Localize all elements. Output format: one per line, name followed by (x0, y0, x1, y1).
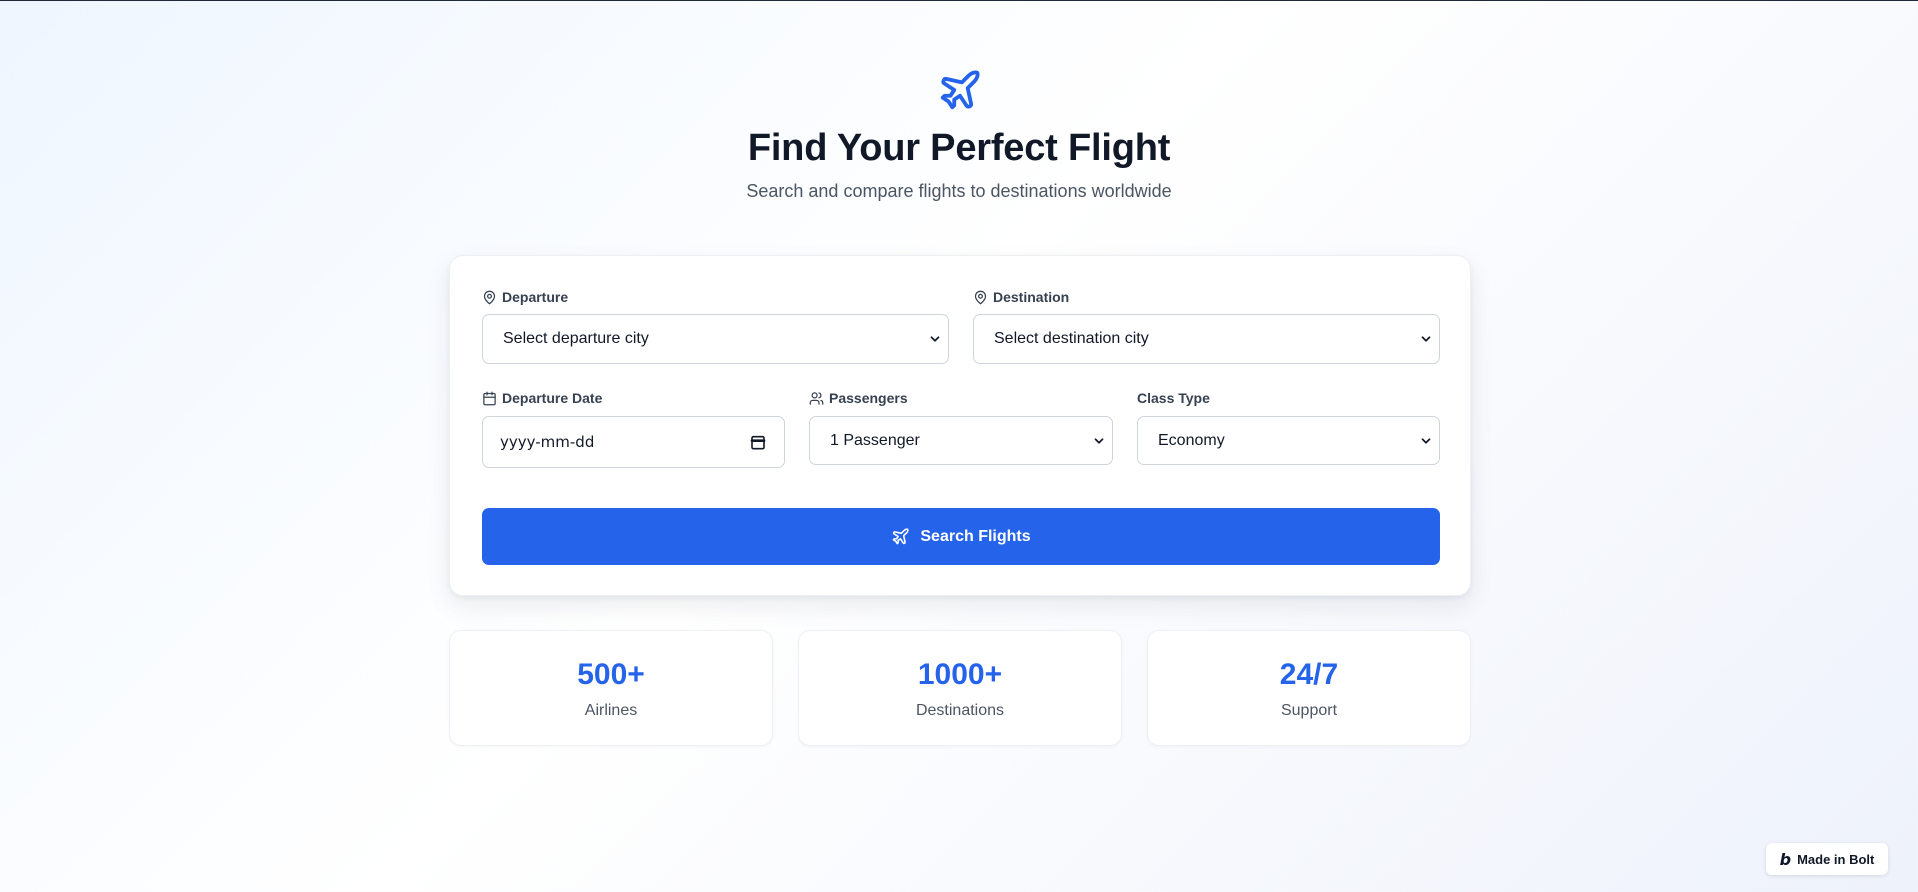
stat-card-support: 24/7 Support (1147, 630, 1471, 746)
destination-select-value: Select destination city (994, 330, 1149, 347)
map-pin-icon (483, 290, 496, 304)
departure-label: Departure (482, 289, 568, 305)
destination-label: Destination (973, 289, 1069, 305)
class-type-label-text: Class Type (1137, 390, 1210, 406)
passengers-select[interactable]: 1 Passenger (809, 416, 1113, 465)
made-in-bolt-badge[interactable]: b Made in Bolt (1766, 843, 1888, 875)
plane-icon (892, 528, 909, 545)
chevron-down-icon (1094, 437, 1104, 444)
users-icon (809, 391, 824, 405)
departure-date-placeholder: yyyy-mm-dd (500, 433, 595, 451)
stat-value: 500+ (577, 658, 645, 691)
departure-date-input[interactable]: yyyy-mm-dd (482, 416, 785, 468)
stat-label: Destinations (915, 702, 1005, 719)
passengers-label-text: Passengers (829, 390, 908, 406)
stat-card-destinations: 1000+ Destinations (798, 630, 1122, 746)
page: Find Your Perfect Flight Search and comp… (0, 1, 1918, 892)
passengers-label: Passengers (809, 390, 908, 406)
search-form-card: Departure Select departure city Destinat… (449, 255, 1471, 596)
stat-value: 1000+ (917, 658, 1003, 691)
stat-label: Airlines (584, 702, 638, 719)
class-type-select-value: Economy (1158, 431, 1225, 449)
page-subtitle: Search and compare flights to destinatio… (746, 181, 1172, 201)
class-type-select[interactable]: Economy (1137, 416, 1440, 465)
calendar-picker-icon[interactable] (750, 434, 766, 450)
departure-select[interactable]: Select departure city (482, 314, 949, 364)
stat-value: 24/7 (1279, 658, 1339, 691)
made-in-bolt-label: Made in Bolt (1797, 851, 1875, 867)
class-type-label: Class Type (1137, 390, 1210, 406)
departure-label-text: Departure (502, 289, 569, 305)
search-flights-label: Search Flights (920, 527, 1031, 545)
plane-icon (940, 70, 980, 110)
search-flights-button[interactable]: Search Flights (482, 508, 1440, 565)
departure-date-label: Departure Date (482, 390, 602, 406)
chevron-down-icon (930, 336, 940, 342)
bolt-logo-icon: b (1779, 849, 1792, 869)
destination-label-text: Destination (993, 289, 1070, 305)
stat-card-airlines: 500+ Airlines (449, 630, 773, 746)
map-pin-icon (974, 290, 987, 304)
stat-label: Support (1280, 702, 1338, 719)
passengers-select-value: 1 Passenger (830, 431, 920, 449)
chevron-down-icon (1421, 437, 1431, 444)
chevron-down-icon (1421, 336, 1431, 342)
departure-select-value: Select departure city (503, 330, 649, 347)
destination-select[interactable]: Select destination city (973, 314, 1440, 364)
page-title: Find Your Perfect Flight (747, 127, 1171, 169)
calendar-icon (483, 391, 496, 405)
departure-date-label-text: Departure Date (502, 390, 603, 406)
